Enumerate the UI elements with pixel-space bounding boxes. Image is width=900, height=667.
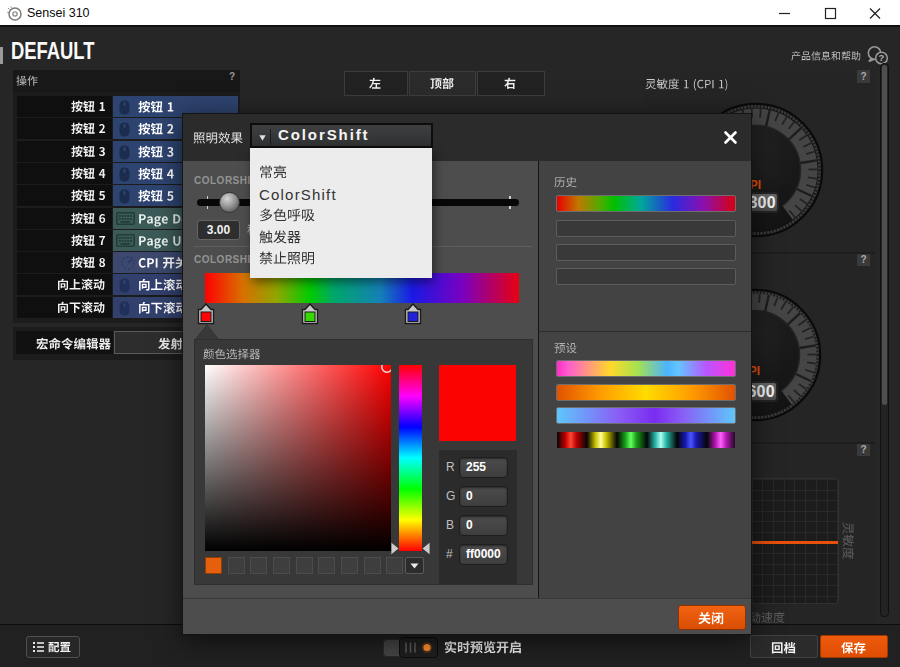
svg-text:?: ? bbox=[879, 52, 885, 63]
